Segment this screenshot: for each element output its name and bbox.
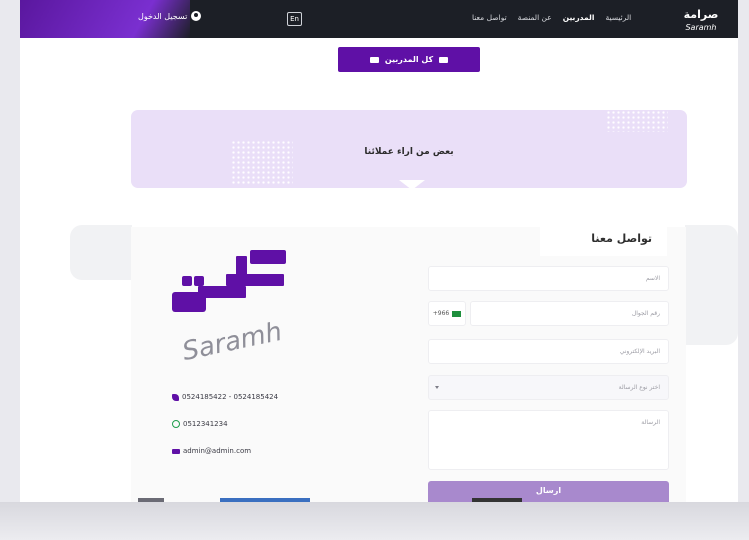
phone-field[interactable]: رقم الجوال: [470, 301, 669, 326]
message-type-select[interactable]: اختر نوع الرسالة: [428, 375, 669, 400]
contact-title: تواصل معنا: [591, 232, 652, 245]
all-trainers-label: كل المدربين: [384, 55, 434, 64]
brand-logo-small[interactable]: صرامة Saramh: [683, 4, 719, 34]
send-button[interactable]: ارسال: [428, 481, 669, 502]
background-decoration: [685, 225, 738, 345]
message-type-placeholder: اختر نوع الرسالة: [618, 384, 660, 391]
saudi-flag-icon: [452, 310, 462, 317]
brand-logo-latin: Saramh: [180, 317, 285, 366]
email-field[interactable]: البريد الإلكتروني: [428, 339, 669, 364]
message-textarea[interactable]: الرسالة: [428, 410, 669, 470]
dumbbell-icon: [439, 56, 449, 63]
phone-code-select[interactable]: +966: [428, 301, 466, 326]
screenshot-paper: تسجيل الدخول En الرئيسية المدربين عن الم…: [0, 0, 749, 540]
svg-text:صرامة: صرامة: [684, 8, 719, 21]
email-text: admin@admin.com: [183, 447, 252, 455]
main-menu: الرئيسية المدربين عن المنصة تواصل معنا: [472, 13, 631, 22]
language-toggle[interactable]: En: [287, 12, 302, 26]
testimonials-title: بعض من اراء عملائنا: [364, 147, 454, 157]
testimonials-notch: [399, 180, 425, 190]
login-label: تسجيل الدخول: [138, 11, 188, 21]
message-placeholder: الرسالة: [641, 419, 660, 426]
page-shadow: [0, 502, 749, 540]
whatsapp-icon: [172, 420, 180, 428]
mail-icon: [172, 448, 180, 454]
testimonials-section: بعض من اراء عملائنا: [131, 110, 687, 190]
login-link[interactable]: تسجيل الدخول: [138, 11, 202, 21]
email-placeholder: البريد الإلكتروني: [619, 348, 660, 355]
phone-code-value: +966: [432, 310, 450, 317]
background-decoration: [70, 225, 132, 280]
dumbbell-icon: [369, 56, 379, 63]
name-field[interactable]: الاسم: [428, 266, 669, 291]
brand-logo-large: Saramh: [172, 250, 286, 366]
user-icon: [191, 11, 202, 21]
phones-text: 0524185422 - 0524185424: [182, 393, 279, 401]
menu-item-trainers[interactable]: المدربين: [563, 13, 595, 22]
menu-item-contact[interactable]: تواصل معنا: [472, 13, 507, 22]
whatsapp-text: 0512341234: [183, 420, 228, 428]
phone-icon: [172, 393, 179, 401]
svg-text:Saramh: Saramh: [685, 23, 716, 32]
email-info: admin@admin.com: [172, 447, 251, 455]
name-placeholder: الاسم: [645, 275, 660, 282]
all-trainers-button[interactable]: كل المدربين: [338, 47, 480, 72]
phone-placeholder: رقم الجوال: [631, 310, 660, 317]
chevron-down-icon: [435, 386, 439, 389]
dots-decoration: [606, 110, 668, 132]
menu-item-home[interactable]: الرئيسية: [605, 13, 631, 22]
menu-item-about[interactable]: عن المنصة: [518, 13, 552, 22]
page: تسجيل الدخول En الرئيسية المدربين عن الم…: [20, 0, 738, 502]
phones-info: 0524185422 - 0524185424: [172, 393, 278, 401]
whatsapp-info: 0512341234: [172, 420, 228, 428]
top-navbar: تسجيل الدخول En الرئيسية المدربين عن الم…: [20, 0, 738, 38]
